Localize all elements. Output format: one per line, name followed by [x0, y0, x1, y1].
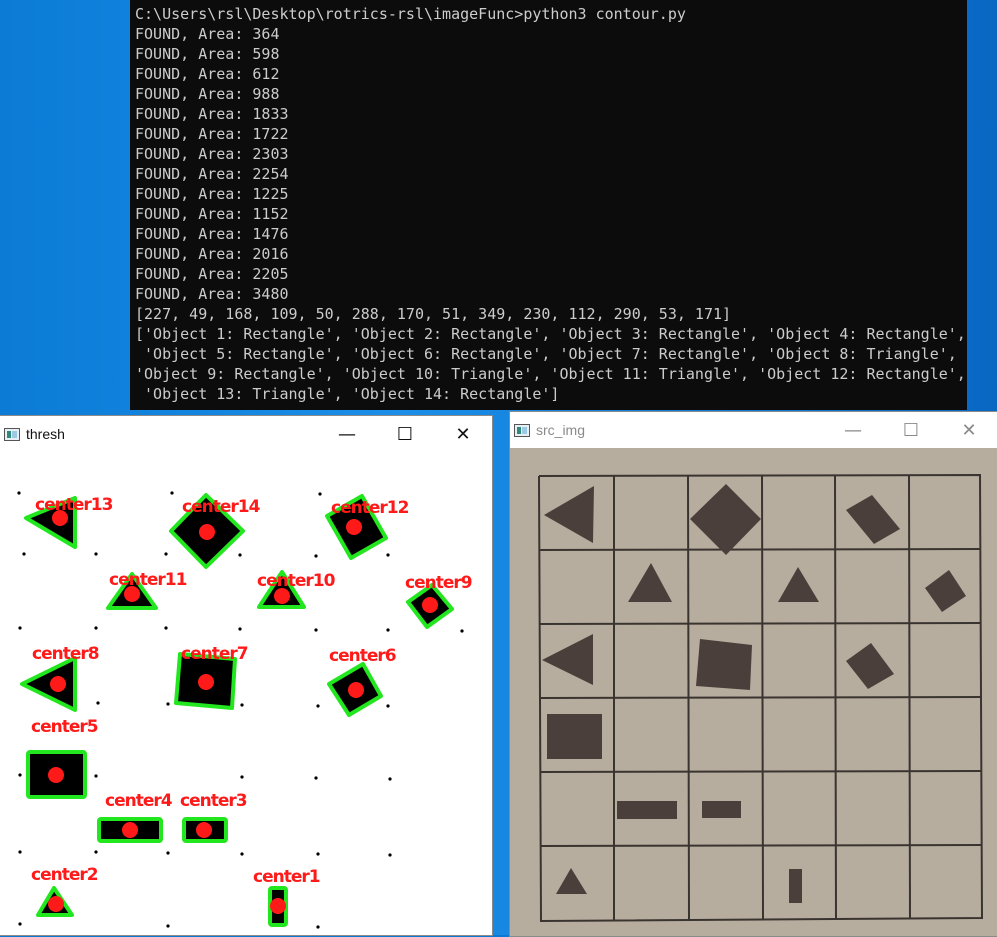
src-photo	[510, 448, 997, 936]
thresh-titlebar[interactable]: thresh — ☐ ✕	[0, 416, 492, 452]
console-line: [227, 49, 168, 109, 50, 288, 170, 51, 34…	[135, 305, 732, 323]
label-center5: center5	[31, 717, 98, 737]
console-line: FOUND, Area: 988	[135, 85, 280, 103]
console-line: FOUND, Area: 598	[135, 45, 280, 63]
console-line: ['Object 1: Rectangle', 'Object 2: Recta…	[135, 325, 966, 343]
console-line: FOUND, Area: 1152	[135, 205, 289, 223]
console-line: FOUND, Area: 1476	[135, 225, 289, 243]
label-center12: center12	[331, 498, 409, 518]
console-line: 'Object 13: Triangle', 'Object 14: Recta…	[135, 385, 560, 403]
app-window-icon	[514, 423, 530, 437]
label-center6: center6	[329, 646, 396, 666]
console-line: 'Object 9: Rectangle', 'Object 10: Trian…	[135, 365, 966, 383]
label-center4: center4	[105, 791, 173, 811]
label-center11: center11	[109, 570, 187, 590]
console-line: 'Object 5: Rectangle', 'Object 6: Rectan…	[135, 345, 957, 363]
console-line: FOUND, Area: 364	[135, 25, 280, 43]
label-center13: center13	[35, 495, 113, 515]
src-img-window[interactable]: src_img — ☐ ✕	[509, 411, 997, 937]
label-center3: center3	[180, 791, 247, 811]
console-line: C:\Users\rsl\Desktop\rotrics-rsl\imageFu…	[135, 5, 686, 23]
maximize-button[interactable]: ☐	[882, 412, 940, 448]
console-line: FOUND, Area: 1722	[135, 125, 289, 143]
console-line: FOUND, Area: 1225	[135, 185, 289, 203]
maximize-button[interactable]: ☐	[376, 416, 434, 452]
label-center8: center8	[32, 644, 99, 664]
console-window[interactable]: C:\Users\rsl\Desktop\rotrics-rsl\imageFu…	[130, 0, 967, 410]
window-title: thresh	[26, 426, 65, 442]
console-line: FOUND, Area: 2254	[135, 165, 289, 183]
label-center10: center10	[257, 571, 336, 591]
label-center9: center9	[405, 573, 472, 593]
thresh-window[interactable]: thresh — ☐ ✕ center13 center14 center12 …	[0, 415, 493, 936]
close-button[interactable]: ✕	[434, 416, 492, 452]
console-line: FOUND, Area: 2303	[135, 145, 289, 163]
minimize-button[interactable]: —	[318, 416, 376, 452]
label-center7: center7	[181, 644, 248, 664]
close-button[interactable]: ✕	[940, 412, 997, 448]
console-line: FOUND, Area: 612	[135, 65, 280, 83]
label-center1: center1	[253, 867, 320, 887]
src-img-titlebar[interactable]: src_img — ☐ ✕	[510, 412, 997, 448]
thresh-image: center13 center14 center12 center11 cent…	[0, 452, 492, 935]
minimize-button[interactable]: —	[824, 412, 882, 448]
console-line: FOUND, Area: 2205	[135, 265, 289, 283]
console-line: FOUND, Area: 2016	[135, 245, 289, 263]
console-line: FOUND, Area: 1833	[135, 105, 289, 123]
label-center14: center14	[182, 497, 261, 517]
label-center2: center2	[31, 865, 98, 885]
app-window-icon	[4, 427, 20, 441]
window-title: src_img	[536, 422, 586, 438]
src-image	[510, 448, 997, 936]
console-line: FOUND, Area: 3480	[135, 285, 289, 303]
thresh-canvas: center13 center14 center12 center11 cent…	[0, 452, 492, 935]
